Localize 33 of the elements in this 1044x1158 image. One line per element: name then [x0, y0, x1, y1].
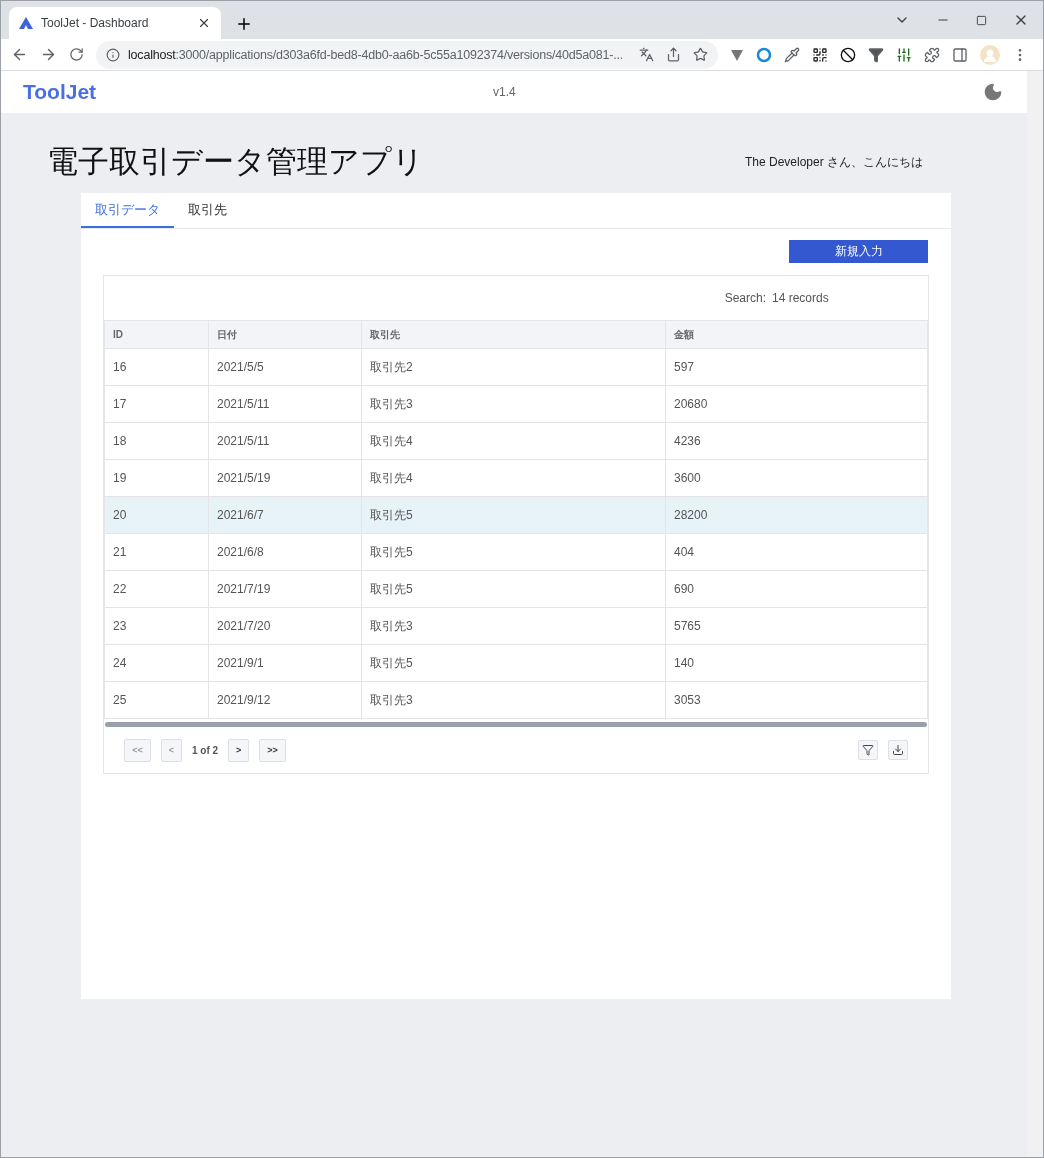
- new-entry-button[interactable]: 新規入力: [789, 240, 928, 263]
- table-row[interactable]: 24 2021/9/1 取引先5 140: [104, 645, 928, 682]
- table-row[interactable]: 16 2021/5/5 取引先2 597: [104, 349, 928, 386]
- version-label: v1.4: [493, 85, 517, 99]
- tab-title: ToolJet - Dashboard: [41, 16, 150, 30]
- column-header: 取引先: [362, 320, 666, 349]
- column-header: 日付: [209, 320, 362, 349]
- address-bar[interactable]: localhost:3000/applications/d303a6fd-bed8-4db0-aa6b-5c55a1092374/versions/40d5a081-...: [96, 40, 718, 69]
- page-button[interactable]: >>: [259, 738, 287, 762]
- table-cell: 25: [104, 682, 209, 719]
- table-row[interactable]: 19 2021/5/19 取引先4 3600: [104, 460, 928, 497]
- table-row[interactable]: 23 2021/7/20 取引先3 5765: [104, 608, 928, 645]
- page-title: 電子取引データ管理アプリ: [47, 143, 424, 181]
- table-cell: 取引先3: [362, 682, 666, 719]
- table-row[interactable]: 20 2021/6/7 取引先5 28200: [104, 497, 928, 534]
- page-button[interactable]: >: [228, 738, 250, 762]
- table-cell: 3053: [666, 682, 928, 719]
- tooljet-logo: ToolJet: [23, 80, 98, 104]
- browser-tab[interactable]: ToolJet - Dashboard: [9, 7, 221, 39]
- table-row[interactable]: 18 2021/5/11 取引先4 4236: [104, 423, 928, 460]
- column-header: ID: [104, 320, 209, 349]
- page-indicator: 1 of 2: [192, 744, 219, 756]
- url-text: localhost:3000/applications/d303a6fd-bed8-4db0-aa6b-5c55a1092374/versions/40d5a081-...: [128, 47, 623, 62]
- table-row[interactable]: 25 2021/9/12 取引先3 3053: [104, 682, 928, 719]
- search-label: Search:: [724, 291, 766, 305]
- table-row[interactable]: 21 2021/6/8 取引先5 404: [104, 534, 928, 571]
- greeting-text: The Developer さん、こんにちは: [744, 153, 923, 171]
- table-row[interactable]: 17 2021/5/11 取引先3 20680: [104, 386, 928, 423]
- table-cell: 2021/9/12: [209, 682, 362, 719]
- column-header: 金額: [666, 320, 928, 349]
- table-row[interactable]: 22 2021/7/19 取引先5 690: [104, 571, 928, 608]
- tab[interactable]: 取引データ: [81, 193, 174, 228]
- tab[interactable]: 取引先: [174, 193, 241, 228]
